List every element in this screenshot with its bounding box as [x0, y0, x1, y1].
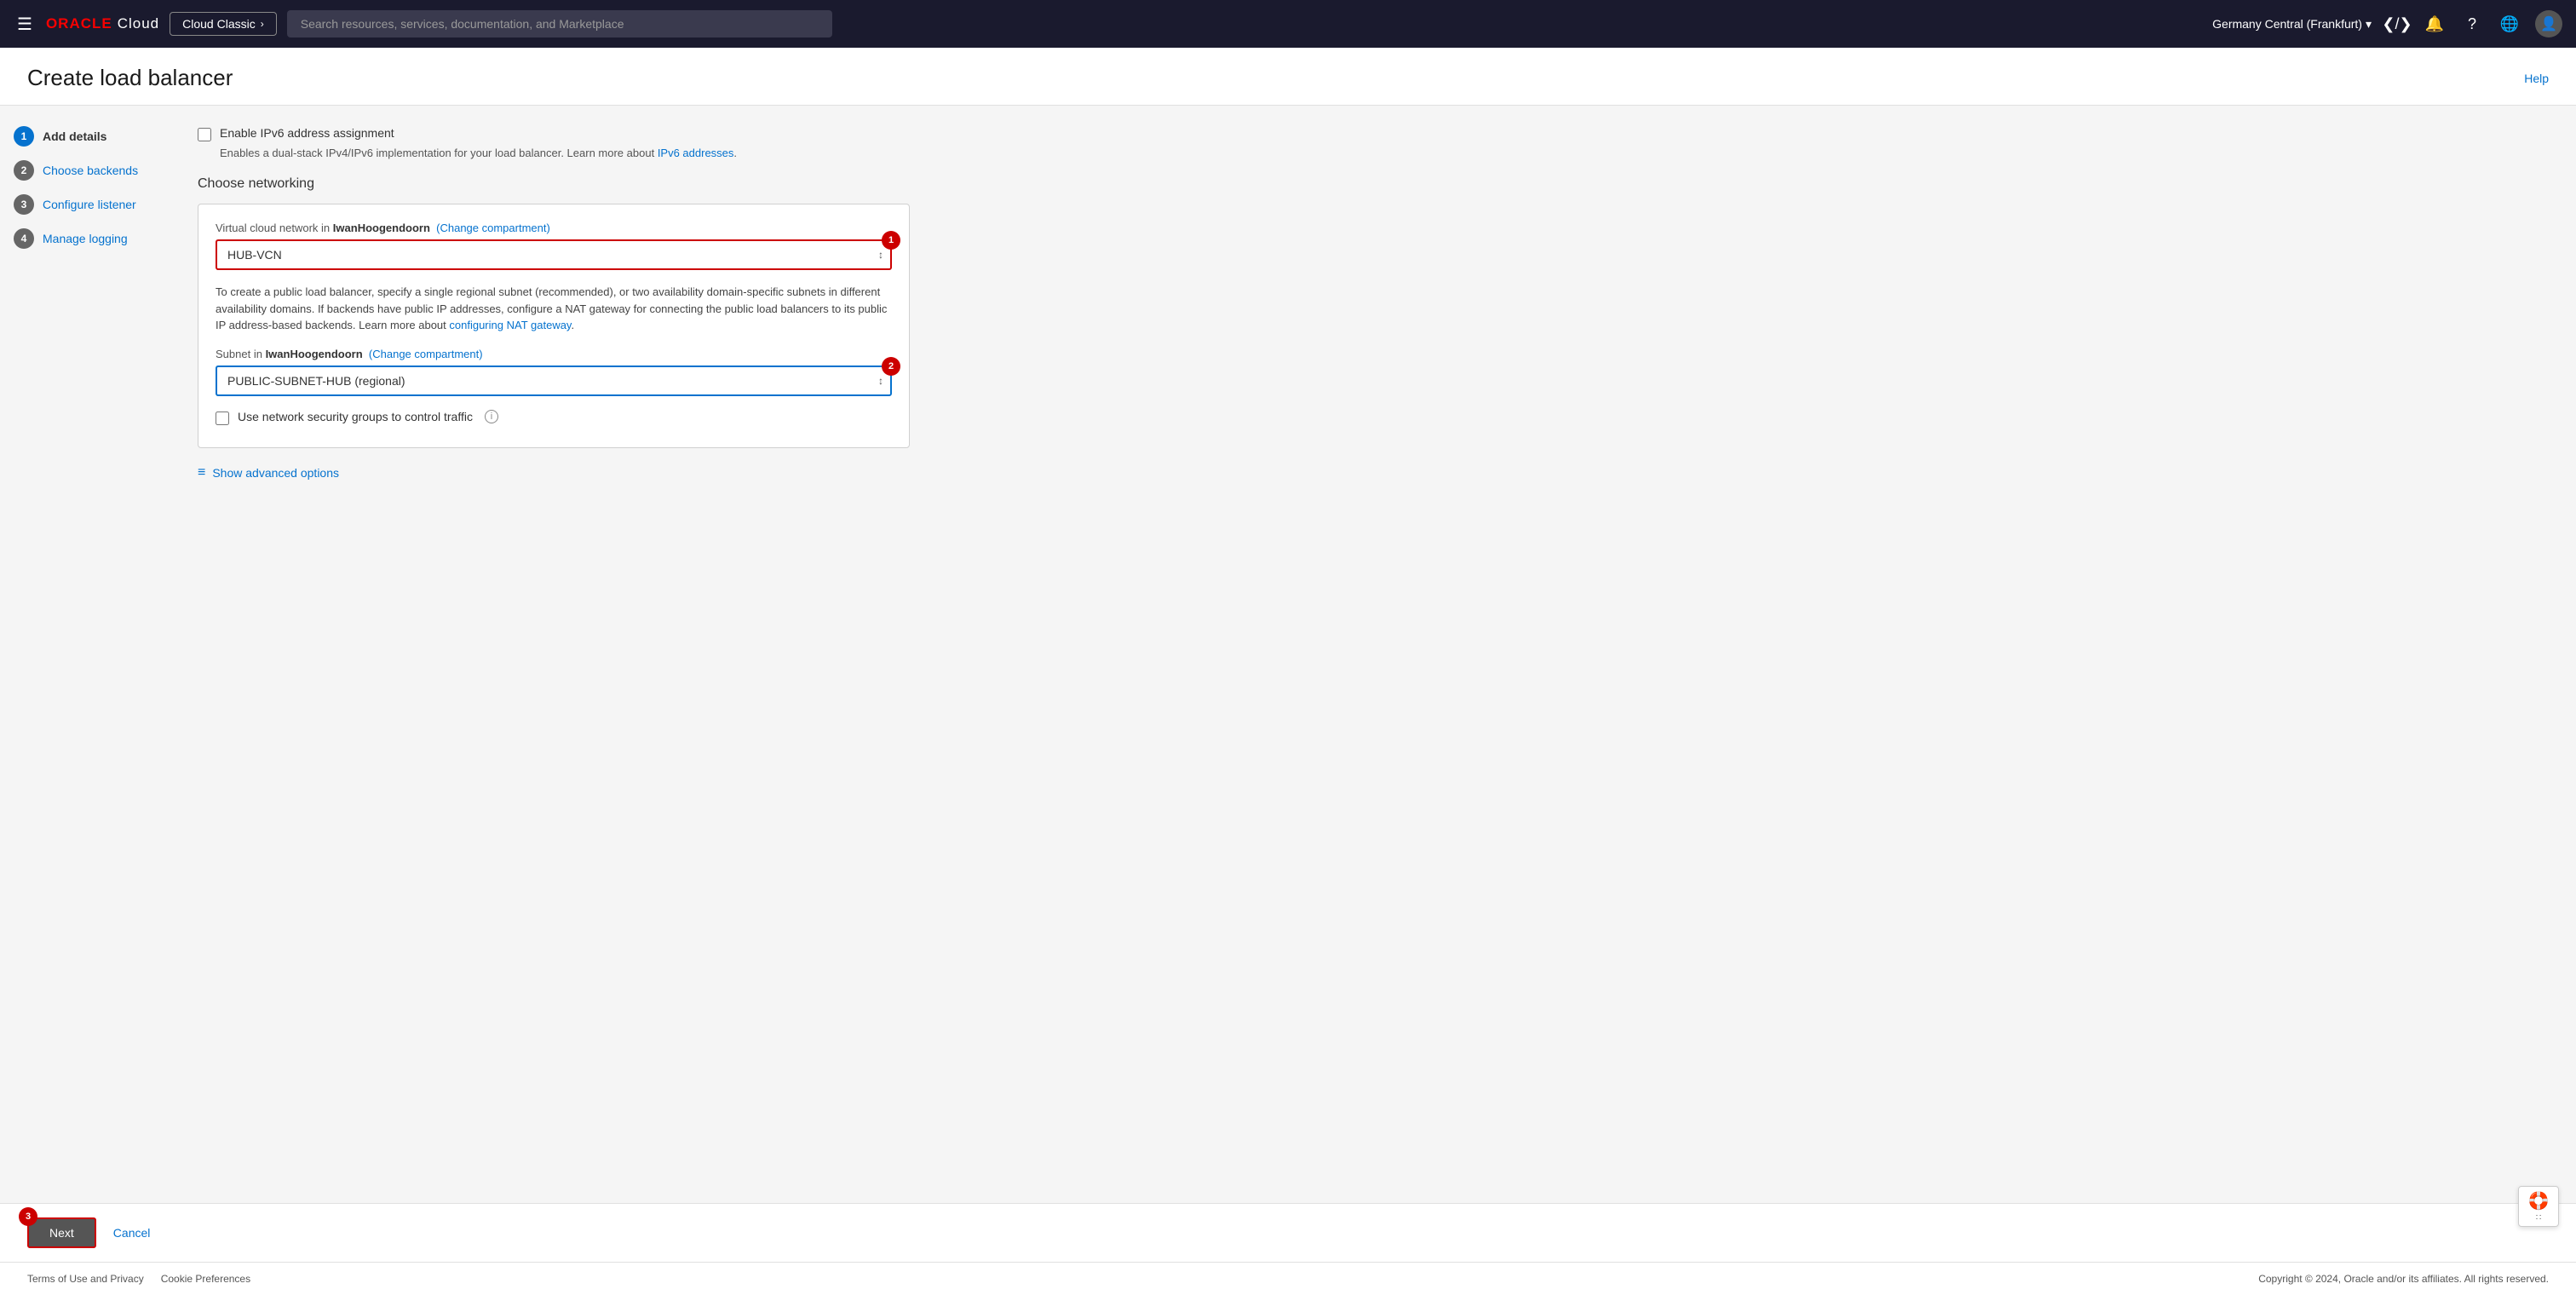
main-content: Enable IPv6 address assignment Enables a…	[170, 106, 937, 1203]
step-1-circle: 1	[14, 126, 34, 147]
main-wrapper: Create load balancer Help 1 Add details …	[0, 48, 2576, 1295]
sidebar-item-manage-logging[interactable]: 4 Manage logging	[14, 228, 157, 249]
subnet-info-text: To create a public load balancer, specif…	[216, 284, 892, 334]
ipv6-help-text: Enables a dual-stack IPv4/IPv6 implement…	[220, 147, 910, 159]
next-button[interactable]: Next	[27, 1217, 96, 1248]
sidebar-label-choose-backends: Choose backends	[43, 164, 138, 177]
oracle-logo: ORACLE Cloud	[46, 15, 159, 32]
terms-link[interactable]: Terms of Use and Privacy	[27, 1273, 144, 1285]
region-selector[interactable]: Germany Central (Frankfurt) ▾	[2212, 17, 2372, 32]
cloud-classic-button[interactable]: Cloud Classic ›	[170, 12, 277, 36]
region-label: Germany Central (Frankfurt)	[2212, 17, 2362, 31]
next-btn-wrapper: Next 3	[27, 1217, 96, 1248]
show-advanced-options-label: Show advanced options	[212, 466, 339, 480]
page-header: Create load balancer Help	[0, 48, 2576, 106]
nsg-checkbox[interactable]	[216, 412, 229, 425]
top-navigation: ☰ ORACLE Cloud Cloud Classic › Germany C…	[0, 0, 2576, 48]
vcn-field-group: Virtual cloud network in IwanHoogendoorn…	[216, 222, 892, 270]
bell-icon[interactable]: 🔔	[2423, 12, 2447, 36]
vcn-select-container: HUB-VCN ↕	[216, 239, 892, 270]
subnet-badge: 2	[882, 357, 900, 376]
help-float-button[interactable]: 🛟 ∷	[2518, 1186, 2559, 1227]
advanced-options-icon: ≡	[198, 465, 205, 481]
next-badge: 3	[19, 1207, 37, 1226]
cloud-text: Cloud	[118, 15, 159, 32]
sidebar: 1 Add details 2 Choose backends 3 Config…	[0, 106, 170, 1203]
footer-links: Terms of Use and Privacy Cookie Preferen…	[27, 1273, 250, 1285]
help-link[interactable]: Help	[2524, 72, 2549, 85]
sidebar-item-add-details[interactable]: 1 Add details	[14, 126, 157, 147]
help-icon[interactable]: ?	[2460, 12, 2484, 36]
globe-icon[interactable]: 🌐	[2498, 12, 2521, 36]
sidebar-label-add-details: Add details	[43, 130, 106, 143]
avatar[interactable]: 👤	[2535, 10, 2562, 37]
content-area: 1 Add details 2 Choose backends 3 Config…	[0, 106, 2576, 1203]
vcn-change-compartment-link[interactable]: (Change compartment)	[436, 222, 550, 234]
cookie-link[interactable]: Cookie Preferences	[161, 1273, 250, 1285]
ipv6-checkbox[interactable]	[198, 128, 211, 141]
step-3-circle: 3	[14, 194, 34, 215]
nsg-info-icon[interactable]: i	[485, 410, 498, 423]
hamburger-menu[interactable]: ☰	[14, 10, 36, 38]
subnet-change-compartment-link[interactable]: (Change compartment)	[369, 348, 483, 360]
ipv6-section: Enable IPv6 address assignment Enables a…	[198, 126, 910, 159]
search-input[interactable]	[287, 10, 832, 37]
sidebar-item-choose-backends[interactable]: 2 Choose backends	[14, 160, 157, 181]
vcn-select-wrapper: HUB-VCN ↕ 1	[216, 239, 892, 270]
ipv6-link[interactable]: IPv6 addresses	[658, 147, 734, 159]
ipv6-checkbox-row: Enable IPv6 address assignment	[198, 126, 910, 141]
oracle-text: ORACLE	[46, 15, 112, 32]
cloud-classic-label: Cloud Classic	[182, 17, 256, 31]
page-title: Create load balancer	[27, 65, 233, 91]
topnav-right: Germany Central (Frankfurt) ▾ ❮/❯ 🔔 ? 🌐 …	[2212, 10, 2562, 37]
step-2-circle: 2	[14, 160, 34, 181]
step-4-circle: 4	[14, 228, 34, 249]
show-advanced-options-link[interactable]: ≡ Show advanced options	[198, 465, 910, 481]
help-float-icon: 🛟	[2528, 1190, 2550, 1212]
networking-card: Virtual cloud network in IwanHoogendoorn…	[198, 204, 910, 448]
subnet-select[interactable]: PUBLIC-SUBNET-HUB (regional)	[216, 365, 892, 396]
nsg-checkbox-row: Use network security groups to control t…	[216, 410, 892, 425]
cancel-button[interactable]: Cancel	[110, 1219, 154, 1246]
nsg-checkbox-label[interactable]: Use network security groups to control t…	[238, 410, 473, 423]
sidebar-label-manage-logging: Manage logging	[43, 232, 128, 245]
help-float-label: ∷	[2536, 1213, 2541, 1223]
footer: Terms of Use and Privacy Cookie Preferen…	[0, 1262, 2576, 1295]
chevron-down-icon: ▾	[2366, 17, 2372, 32]
nat-gateway-link[interactable]: configuring NAT gateway	[449, 319, 571, 331]
bottom-bar: Next 3 Cancel	[0, 1203, 2576, 1262]
subnet-field-label: Subnet in IwanHoogendoorn (Change compar…	[216, 348, 892, 360]
networking-section: Choose networking Virtual cloud network …	[198, 176, 910, 448]
code-icon[interactable]: ❮/❯	[2385, 12, 2409, 36]
sidebar-label-configure-listener: Configure listener	[43, 198, 136, 211]
choose-networking-title: Choose networking	[198, 176, 910, 192]
ipv6-checkbox-label[interactable]: Enable IPv6 address assignment	[220, 126, 394, 140]
vcn-field-label: Virtual cloud network in IwanHoogendoorn…	[216, 222, 892, 234]
chevron-right-icon: ›	[261, 18, 264, 30]
subnet-select-wrapper: PUBLIC-SUBNET-HUB (regional) ↕ 2	[216, 365, 892, 396]
vcn-badge: 1	[882, 231, 900, 250]
copyright-text: Copyright © 2024, Oracle and/or its affi…	[2258, 1273, 2549, 1285]
vcn-select[interactable]: HUB-VCN	[216, 239, 892, 270]
subnet-field-group: Subnet in IwanHoogendoorn (Change compar…	[216, 348, 892, 396]
subnet-select-container: PUBLIC-SUBNET-HUB (regional) ↕	[216, 365, 892, 396]
sidebar-item-configure-listener[interactable]: 3 Configure listener	[14, 194, 157, 215]
